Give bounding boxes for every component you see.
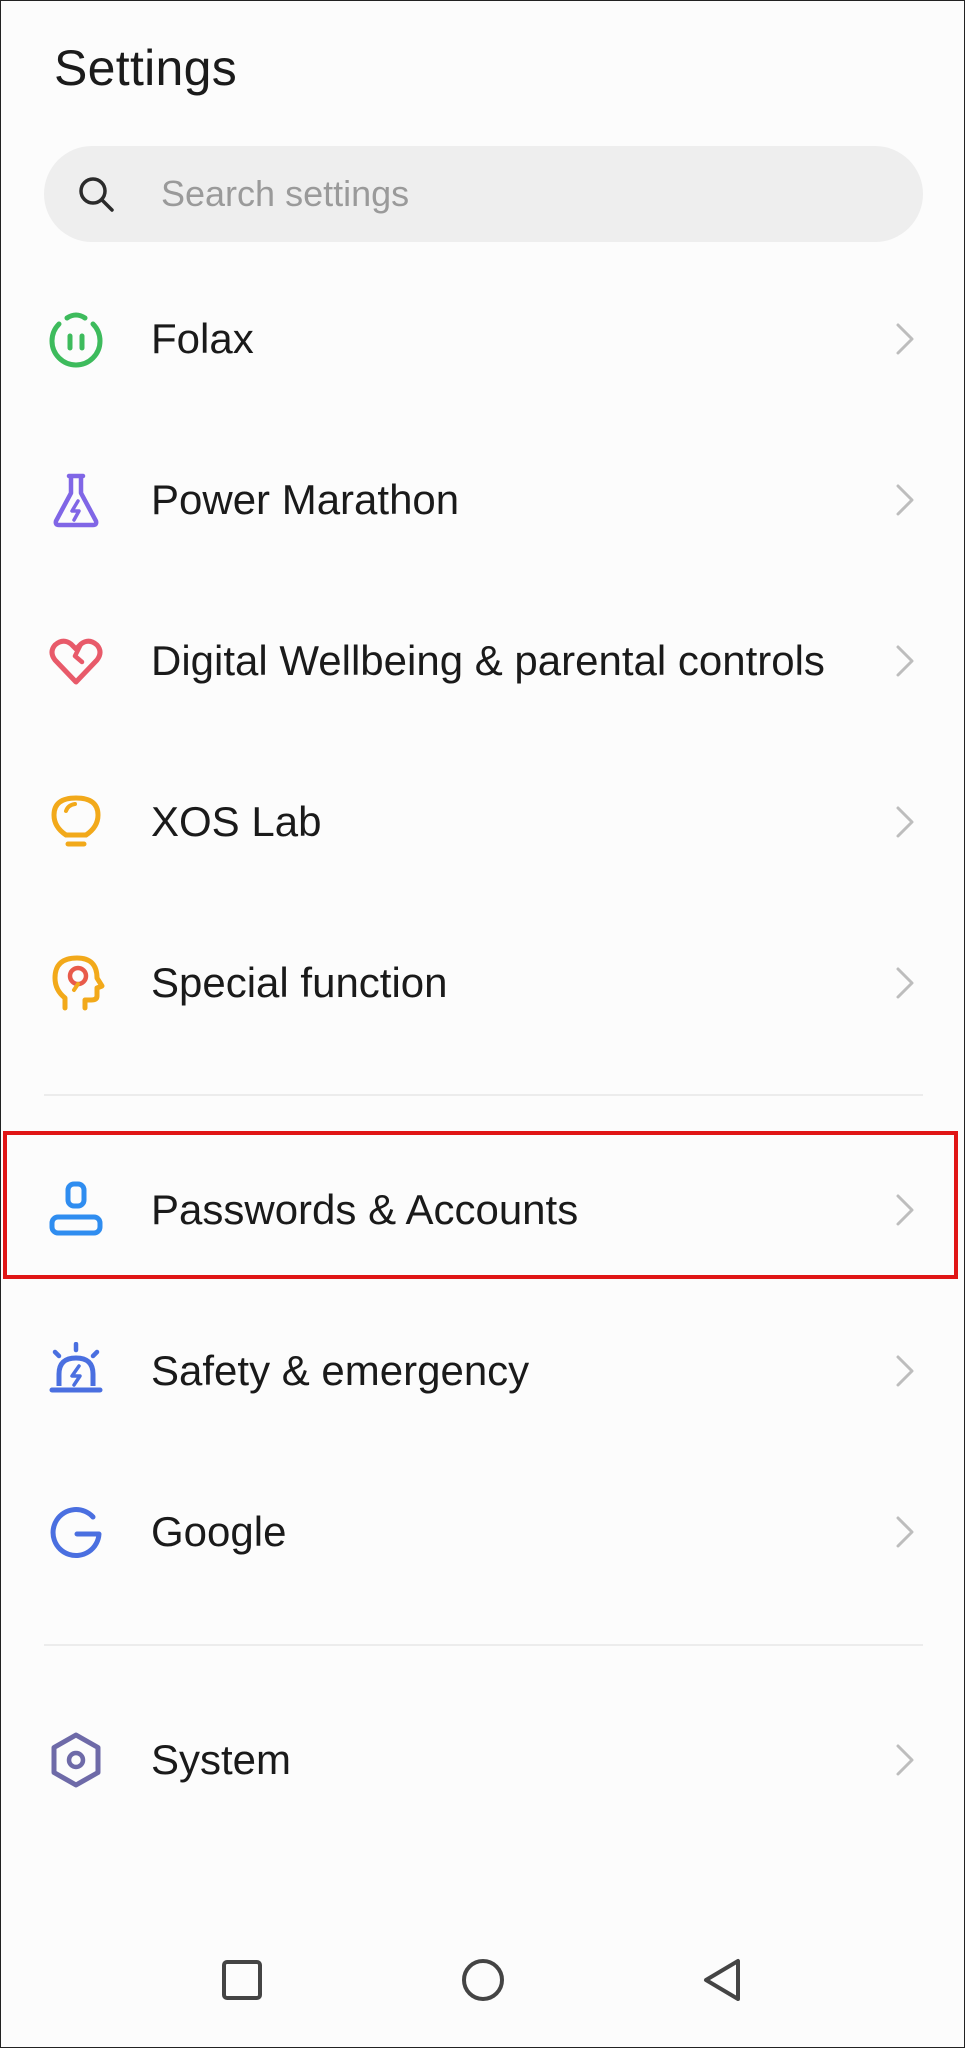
- settings-item-passwords-accounts[interactable]: Passwords & Accounts: [1, 1135, 964, 1285]
- search-bar[interactable]: [44, 146, 923, 242]
- section-divider: [44, 1094, 923, 1096]
- chevron-right-icon: [894, 482, 916, 518]
- chevron-right-icon: [894, 321, 916, 357]
- settings-item-power-marathon[interactable]: Power Marathon: [1, 425, 964, 575]
- settings-item-label: Folax: [151, 315, 254, 362]
- settings-item-label: Safety & emergency: [151, 1347, 530, 1394]
- navigation-bar: [1, 1941, 964, 2023]
- settings-item-label: XOS Lab: [151, 798, 322, 845]
- settings-item-special-function[interactable]: Special function: [1, 908, 964, 1058]
- settings-item-google[interactable]: Google: [1, 1457, 964, 1607]
- chevron-right-icon: [894, 643, 916, 679]
- search-input[interactable]: [161, 168, 881, 220]
- settings-item-digital-wellbeing[interactable]: Digital Wellbeing & parental controls: [1, 586, 964, 736]
- settings-item-safety-emergency[interactable]: Safety & emergency: [1, 1296, 964, 1446]
- flask-icon: [47, 471, 105, 529]
- chevron-right-icon: [894, 804, 916, 840]
- section-divider: [44, 1644, 923, 1646]
- settings-item-label: Special function: [151, 959, 448, 1006]
- account-icon: [47, 1181, 105, 1239]
- chevron-right-icon: [894, 965, 916, 1001]
- settings-item-label: Power Marathon: [151, 476, 460, 523]
- settings-item-label: Google: [151, 1508, 287, 1555]
- home-circle-icon: [460, 1957, 506, 2008]
- siren-icon: [47, 1341, 105, 1400]
- page-title: Settings: [54, 40, 238, 96]
- settings-item-label: System: [151, 1736, 292, 1783]
- chevron-right-icon: [894, 1353, 916, 1389]
- settings-item-folax[interactable]: Folax: [1, 264, 964, 414]
- hexagon-nut-icon: [47, 1731, 105, 1789]
- folax-icon: [47, 310, 105, 368]
- head-icon: [47, 954, 105, 1012]
- settings-item-xos-lab[interactable]: XOS Lab: [1, 747, 964, 897]
- search-icon: [76, 174, 116, 214]
- back-button[interactable]: [681, 1941, 763, 2023]
- heart-icon: [47, 632, 105, 690]
- chevron-right-icon: [894, 1192, 916, 1228]
- settings-screen: Settings Folax: [0, 0, 965, 2048]
- settings-item-label: Digital Wellbeing & parental controls: [151, 637, 825, 684]
- recents-button[interactable]: [201, 1941, 283, 2023]
- settings-item-label: Passwords & Accounts: [151, 1186, 579, 1233]
- settings-item-system[interactable]: System: [1, 1685, 964, 1835]
- chevron-right-icon: [894, 1514, 916, 1550]
- recents-square-icon: [220, 1958, 264, 2007]
- chevron-right-icon: [894, 1742, 916, 1778]
- lightbulb-icon: [47, 793, 105, 851]
- home-button[interactable]: [442, 1941, 524, 2023]
- back-triangle-icon: [700, 1957, 744, 2008]
- google-icon: [47, 1503, 105, 1561]
